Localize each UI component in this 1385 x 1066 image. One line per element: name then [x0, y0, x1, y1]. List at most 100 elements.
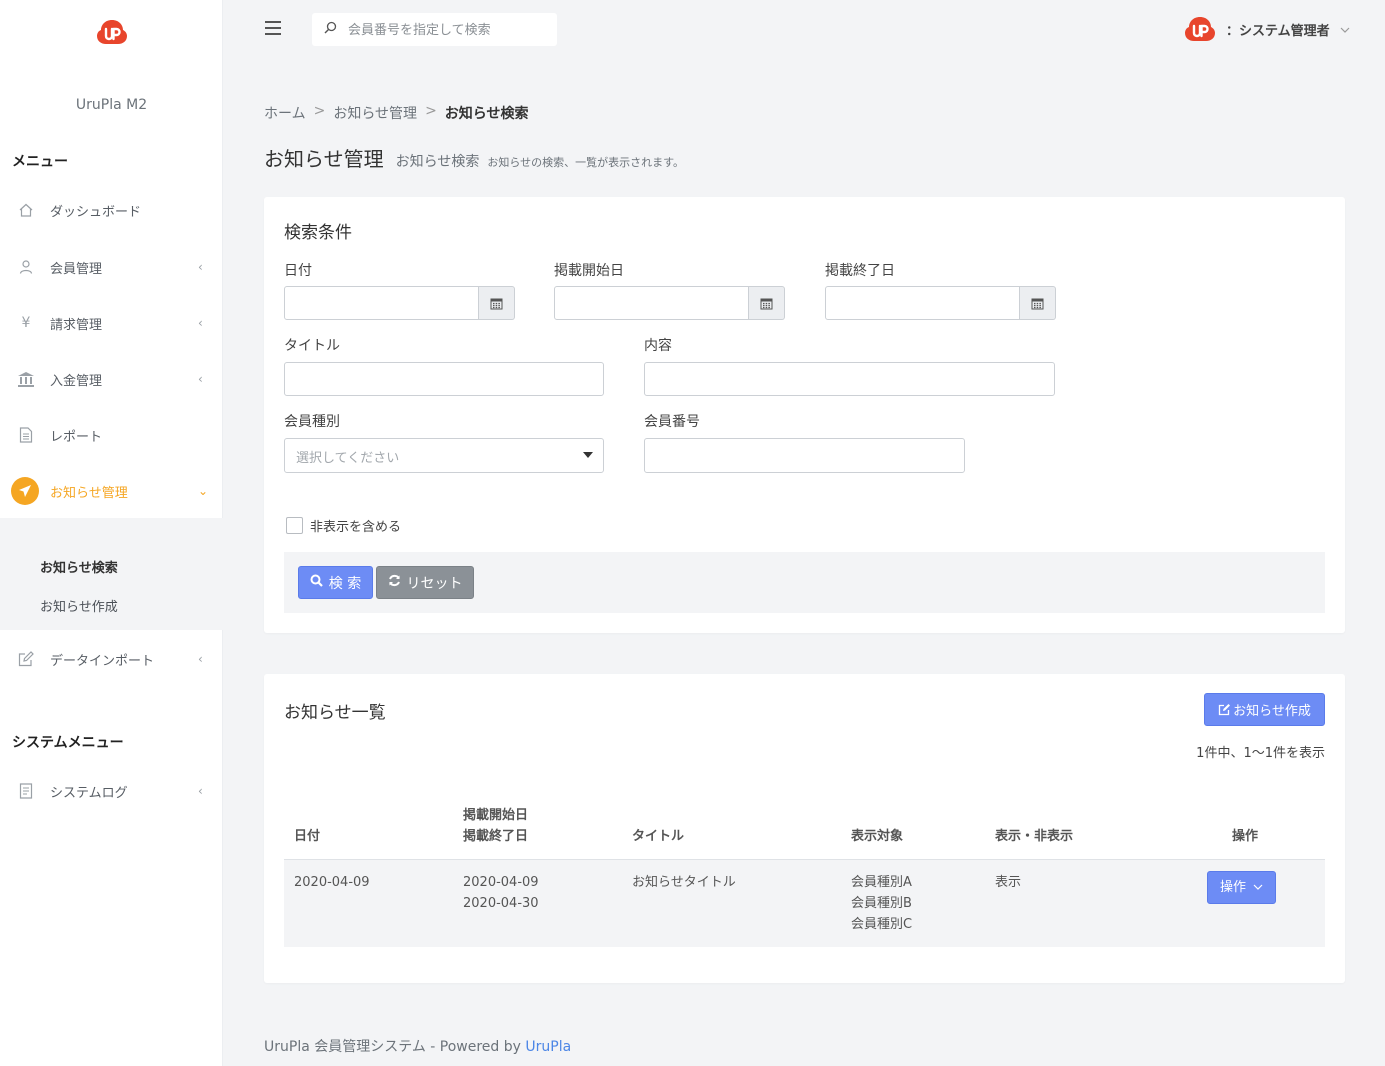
cell-start: 2020-04-09: [463, 874, 539, 890]
row-action-label: 操作: [1219, 879, 1246, 895]
uru-pla-logo-icon[interactable]: [96, 18, 128, 46]
col-start: 掲載開始日: [463, 807, 529, 823]
date-field-group: [284, 286, 515, 320]
col-period[interactable]: 掲載開始日 掲載終了日: [453, 802, 622, 860]
include-hidden-row[interactable]: 非表示を含める: [286, 516, 401, 535]
start-date-label: 掲載開始日: [554, 263, 624, 279]
system-menu-heading: システムメニュー: [12, 735, 124, 751]
title-input[interactable]: [284, 362, 604, 396]
user-avatar-icon: [1185, 17, 1215, 41]
row-action-dropdown-button[interactable]: 操作: [1207, 870, 1276, 904]
list-card-title: お知らせ一覧: [284, 703, 386, 723]
chevron-down-icon: ⌄: [198, 484, 209, 498]
document-icon: [17, 426, 35, 444]
calendar-icon[interactable]: [479, 286, 515, 320]
yen-icon: ¥: [21, 315, 31, 331]
target-item: 会員種別B: [851, 895, 912, 911]
page-title: お知らせ管理: [264, 147, 384, 171]
member-number-label: 会員番号: [644, 414, 700, 430]
sidebar-item-label: システムログ: [50, 785, 128, 801]
sidebar-item-payments[interactable]: 入金管理 ‹: [0, 357, 223, 401]
cell-title: お知らせタイトル: [622, 859, 841, 947]
target-item: 会員種別A: [851, 874, 912, 890]
end-date-field-group: [825, 286, 1056, 320]
cell-visibility: 表示: [985, 859, 1165, 947]
footer: UruPla 会員管理システム - Powered by UruPla: [264, 1036, 571, 1056]
sidebar-item-label: 請求管理: [50, 317, 103, 333]
chevron-down-icon: [1253, 884, 1263, 890]
member-type-placeholder: 選択してください: [296, 451, 400, 466]
search-conditions-card: 検索条件 日付 掲載開始日 掲載終了日 タイトル 内容 会員種別 選択してくださ…: [264, 197, 1345, 633]
chevron-left-icon: ‹: [198, 784, 203, 798]
end-date-input[interactable]: [825, 286, 1020, 320]
col-title[interactable]: タイトル: [622, 802, 841, 860]
search-icon: [310, 574, 323, 591]
user-name: ：システム管理者: [1226, 23, 1330, 39]
member-number-input[interactable]: [644, 438, 965, 473]
col-date[interactable]: 日付: [284, 802, 453, 860]
notice-list-card: お知らせ一覧 お知らせ作成 1件中、1〜1件を表示 日付 掲載開始日 掲載終了日…: [264, 674, 1345, 983]
include-hidden-label: 非表示を含める: [310, 520, 402, 535]
cell-targets: 会員種別A 会員種別B 会員種別C: [841, 859, 985, 947]
result-count: 1件中、1〜1件を表示: [1196, 746, 1325, 761]
include-hidden-checkbox[interactable]: [286, 517, 303, 534]
sidebar-item-system-log[interactable]: システムログ ‹: [0, 769, 223, 813]
footer-link[interactable]: UruPla: [525, 1039, 571, 1055]
breadcrumb-current: お知らせ検索: [444, 106, 529, 122]
date-input[interactable]: [284, 286, 479, 320]
user-icon: [17, 258, 35, 276]
member-type-select[interactable]: 選択してください: [284, 438, 604, 473]
create-notice-button[interactable]: お知らせ作成: [1204, 693, 1325, 726]
content-label: 内容: [644, 338, 672, 354]
submenu-item-notice-create[interactable]: お知らせ作成: [40, 596, 118, 615]
edit-icon: [17, 650, 35, 668]
col-visibility[interactable]: 表示・非表示: [985, 802, 1165, 860]
chevron-left-icon: ‹: [198, 652, 203, 666]
end-date-label: 掲載終了日: [825, 263, 895, 279]
page-header: お知らせ管理 お知らせ検索 お知らせの検索、一覧が表示されます。: [264, 143, 684, 172]
search-button-bar: 検 索 リセット: [284, 552, 1325, 613]
sidebar-item-label: 入金管理: [50, 373, 103, 389]
sidebar-item-data-import[interactable]: データインポート ‹: [0, 637, 223, 681]
sidebar-item-label: ダッシュボード: [50, 204, 142, 220]
cell-date: 2020-04-09: [284, 859, 453, 947]
search-button[interactable]: 検 索: [298, 566, 373, 599]
caret-down-icon: [583, 452, 593, 458]
calendar-icon[interactable]: [749, 286, 785, 320]
table-row: 2020-04-09 2020-04-09 2020-04-30 お知らせタイト…: [284, 859, 1325, 947]
target-item: 会員種別C: [851, 916, 913, 932]
sidebar-item-members[interactable]: 会員管理 ‹: [0, 245, 223, 289]
content-input[interactable]: [644, 362, 1055, 396]
paper-plane-icon: [11, 477, 39, 505]
sidebar-item-notices[interactable]: お知らせ管理 ⌄: [0, 469, 223, 513]
start-date-input[interactable]: [554, 286, 749, 320]
sidebar-item-label: 会員管理: [50, 261, 103, 277]
breadcrumb-notices[interactable]: お知らせ管理: [333, 103, 417, 123]
breadcrumb: ホーム > お知らせ管理 > お知らせ検索: [264, 103, 529, 123]
user-menu[interactable]: ：システム管理者: [1184, 14, 1350, 44]
breadcrumb-separator: >: [425, 103, 437, 119]
sidebar-item-billing[interactable]: ¥ 請求管理 ‹: [0, 301, 223, 345]
sidebar-item-label: レポート: [50, 429, 103, 445]
sidebar-item-reports[interactable]: レポート: [0, 413, 223, 457]
col-target[interactable]: 表示対象: [841, 802, 985, 860]
hamburger-menu-button[interactable]: [265, 21, 281, 35]
sidebar-item-dashboard[interactable]: ダッシュボード: [0, 188, 223, 232]
calendar-icon[interactable]: [1020, 286, 1056, 320]
member-search-input[interactable]: [348, 20, 548, 40]
start-date-field-group: [554, 286, 785, 320]
page-subtitle: お知らせ検索: [395, 154, 480, 170]
submenu-item-notice-search[interactable]: お知らせ検索: [40, 557, 118, 576]
chevron-left-icon: ‹: [198, 372, 203, 386]
search-card-title: 検索条件: [284, 223, 352, 243]
notice-table: 日付 掲載開始日 掲載終了日 タイトル 表示対象 表示・非表示 操作 2020-…: [284, 802, 1325, 947]
sidebar-item-label: データインポート: [50, 653, 155, 669]
cell-period: 2020-04-09 2020-04-30: [453, 859, 622, 947]
sidebar: UruPla M2 メニュー ダッシュボード 会員管理 ‹ ¥ 請求管理 ‹ 入…: [0, 0, 223, 1066]
breadcrumb-home[interactable]: ホーム: [264, 103, 306, 123]
reset-button[interactable]: リセット: [376, 566, 474, 599]
brand-name: UruPla M2: [75, 97, 148, 113]
notices-submenu: お知らせ検索 お知らせ作成: [0, 518, 223, 630]
table-header-row: 日付 掲載開始日 掲載終了日 タイトル 表示対象 表示・非表示 操作: [284, 802, 1325, 860]
edit-icon: [1218, 703, 1231, 716]
